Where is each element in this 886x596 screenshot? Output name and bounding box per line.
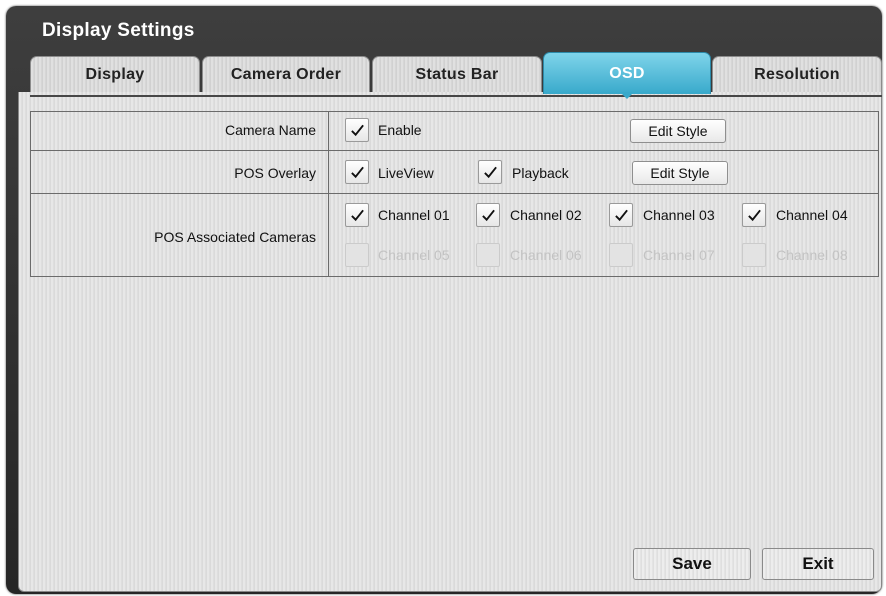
channel-07-checkbox	[609, 243, 633, 267]
pos-overlay-liveview-label: LiveView	[378, 165, 434, 181]
tab-underline	[30, 95, 882, 97]
channel-07-label: Channel 07	[643, 247, 715, 263]
camera-name-enable-label: Enable	[378, 122, 422, 138]
row-divider	[30, 193, 879, 194]
channel-04-checkbox[interactable]	[742, 203, 766, 227]
pos-overlay-liveview-checkbox[interactable]	[345, 160, 369, 184]
checkmark-icon	[483, 166, 497, 178]
channel-04-label: Channel 04	[776, 207, 848, 223]
channel-08-checkbox	[742, 243, 766, 267]
channel-02-label: Channel 02	[510, 207, 582, 223]
checkmark-icon	[614, 209, 628, 221]
channel-05-label: Channel 05	[378, 247, 450, 263]
pos-overlay-edit-style-button[interactable]: Edit Style	[632, 161, 728, 185]
camera-name-enable-checkbox[interactable]	[345, 118, 369, 142]
checkmark-icon	[350, 209, 364, 221]
window-title: Display Settings	[42, 20, 195, 41]
pos-associated-cameras-label: POS Associated Cameras	[154, 229, 316, 245]
channel-05-checkbox	[345, 243, 369, 267]
channel-03-label: Channel 03	[643, 207, 715, 223]
channel-03-checkbox[interactable]	[609, 203, 633, 227]
save-button[interactable]: Save	[633, 548, 751, 580]
tab-osd[interactable]: OSD	[543, 52, 711, 94]
checkmark-icon	[350, 124, 364, 136]
camera-name-label: Camera Name	[224, 122, 316, 138]
checkmark-icon	[350, 166, 364, 178]
active-tab-pointer-icon	[620, 92, 634, 99]
tab-display[interactable]: Display	[30, 56, 200, 92]
channel-02-checkbox[interactable]	[476, 203, 500, 227]
column-divider	[328, 111, 329, 277]
tab-resolution[interactable]: Resolution	[712, 56, 882, 92]
tab-status-bar[interactable]: Status Bar	[372, 56, 542, 92]
row-divider	[30, 150, 879, 151]
exit-button[interactable]: Exit	[762, 548, 874, 580]
pos-overlay-playback-checkbox[interactable]	[478, 160, 502, 184]
channel-08-label: Channel 08	[776, 247, 848, 263]
channel-01-checkbox[interactable]	[345, 203, 369, 227]
tab-camera-order[interactable]: Camera Order	[202, 56, 370, 92]
checkmark-icon	[747, 209, 761, 221]
pos-overlay-playback-label: Playback	[512, 165, 569, 181]
camera-name-edit-style-button[interactable]: Edit Style	[630, 119, 726, 143]
channel-06-label: Channel 06	[510, 247, 582, 263]
checkmark-icon	[481, 209, 495, 221]
channel-06-checkbox	[476, 243, 500, 267]
pos-overlay-label: POS Overlay	[234, 165, 316, 181]
channel-01-label: Channel 01	[378, 207, 450, 223]
